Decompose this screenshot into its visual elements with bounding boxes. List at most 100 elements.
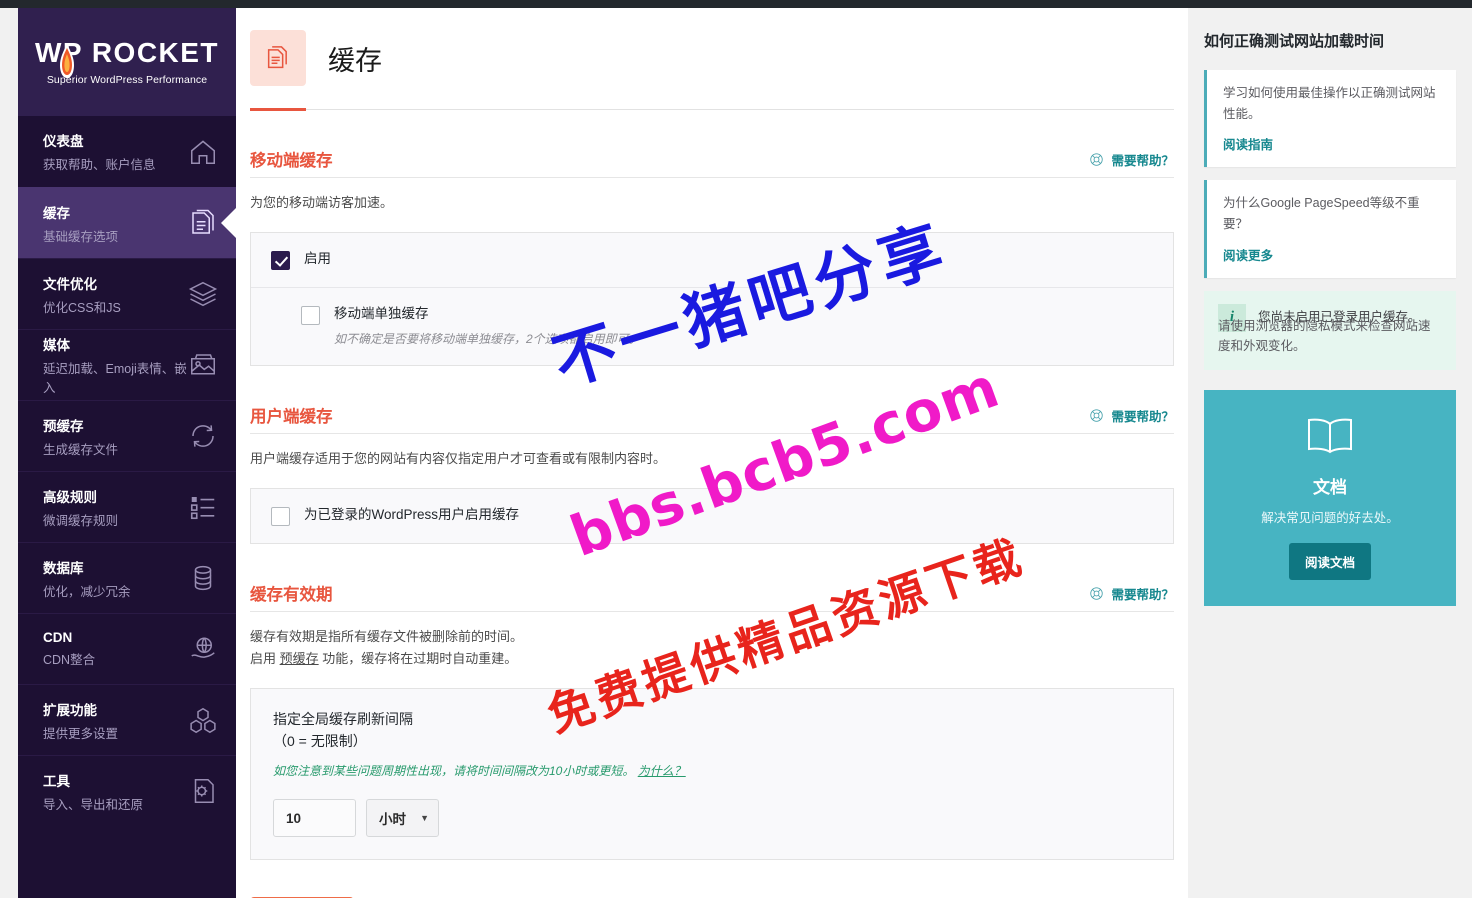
- sidebar-item-title: 工具: [43, 773, 70, 789]
- lifespan-controls: 小时 ▼: [273, 799, 1151, 838]
- mobile-separate-row[interactable]: 移动端单独缓存 如不确定是否要将移动端单独缓存，2个选项都启用即可。: [251, 287, 1173, 364]
- section-header: 移动端缓存 需要帮助？: [250, 147, 1174, 178]
- sidebar-item-title: 仪表盘: [43, 134, 84, 149]
- page-title: 缓存: [328, 45, 382, 76]
- image-icon: [191, 354, 215, 375]
- lifespan-desc-line2-post: 功能，缓存将在过期时自动重建。: [318, 650, 518, 666]
- mobile-enable-checkbox[interactable]: [271, 251, 290, 271]
- lifespan-field-block: 指定全局缓存刷新间隔 （0 = 无限制） 如您注意到某些问题周期性出现，请将时间…: [251, 689, 1173, 859]
- need-help-link-lifespan[interactable]: 需要帮助？: [1089, 584, 1174, 605]
- lifespan-field-note: 如您注意到某些问题周期性出现，请将时间间隔改为10小时或更短。 为什么？: [273, 763, 1151, 780]
- documentation-title: 文档: [1313, 478, 1347, 497]
- lifespan-panel: 指定全局缓存刷新间隔 （0 = 无限制） 如您注意到某些问题周期性出现，请将时间…: [250, 688, 1174, 861]
- document-page-icon: [267, 46, 287, 69]
- section-description: 为您的移动端访客加速。: [250, 195, 394, 210]
- rail-card-text: 为什么Google PageSpeed等级不重要？: [1223, 196, 1420, 231]
- rail-card-pagespeed: 为什么Google PageSpeed等级不重要？ 阅读更多: [1204, 180, 1456, 278]
- sidebar-item-sub: 获取帮助、账户信息: [43, 158, 156, 172]
- sidebar-item-title: 扩展功能: [43, 702, 97, 718]
- section-title: 缓存有效期: [250, 586, 333, 605]
- preload-link[interactable]: 预缓存: [280, 651, 319, 666]
- mobile-separate-hint: 如不确定是否要将移动端单独缓存，2个选项都启用即可。: [334, 331, 641, 346]
- sidebar-item-sub: 微调缓存规则: [43, 513, 119, 528]
- lifespan-desc-line2-pre: 启用: [250, 650, 280, 666]
- sidebar-item-sub: 基础缓存选项: [43, 229, 119, 244]
- wp-admin-bar: [0, 0, 1472, 8]
- rail-card-link[interactable]: 阅读更多: [1223, 245, 1273, 264]
- need-help-label: 需要帮助？: [1111, 409, 1174, 424]
- need-help-link-user[interactable]: 需要帮助？: [1089, 406, 1174, 427]
- lifebuoy-icon: [1090, 153, 1104, 166]
- document-icon: [192, 209, 214, 234]
- sidebar-item-media[interactable]: 媒体 延迟加载、Emoji表情、嵌入: [18, 329, 236, 400]
- sidebar-item-addons[interactable]: 扩展功能 提供更多设置: [18, 684, 236, 755]
- refresh-icon: [192, 425, 214, 447]
- section-title: 移动端缓存: [250, 152, 333, 170]
- addons-cubes-icon: [190, 707, 216, 734]
- sidebar-item-database[interactable]: 数据库 优化，减少冗余: [18, 542, 236, 613]
- sidebar-item-cdn[interactable]: CDN CDN整合: [18, 613, 236, 684]
- sidebar-item-title: 缓存: [43, 205, 70, 221]
- cdn-globe-icon: [191, 637, 215, 658]
- rail-notice: i 您尚未启用已登录用户缓存。 请使用浏览器的隐私模式来检查网站速度和外观变化。: [1204, 290, 1456, 370]
- section-description: 用户端缓存适用于您的网站有内容仅指定用户才可查看或有限制内容时。: [250, 450, 667, 466]
- section-header: 缓存有效期 需要帮助？: [250, 581, 1174, 613]
- sidebar-item-tools[interactable]: 工具 导入、导出和还原: [18, 755, 236, 826]
- mobile-cache-panel: 启用 移动端单独缓存 如不确定是否要将移动端单独缓存，2个选项都启用即可。: [250, 232, 1174, 366]
- mobile-enable-label: 启用: [304, 251, 331, 267]
- lifespan-note-text: 如您注意到某些问题周期性出现，请将时间间隔改为10小时或更短。: [273, 764, 635, 779]
- mobile-separate-checkbox[interactable]: [301, 306, 320, 326]
- lifespan-value-input[interactable]: [273, 799, 356, 838]
- need-help-label: 需要帮助？: [1111, 588, 1174, 603]
- sidebar-item-sub: CDN整合: [43, 653, 96, 667]
- lifespan-desc-line1: 缓存有效期是指所有缓存文件被删除前的时间。: [250, 629, 524, 645]
- mobile-enable-row[interactable]: 启用: [251, 233, 1173, 287]
- sidebar-item-sub: 优化CSS和JS: [43, 300, 121, 315]
- sidebar: WP ROCKET Superior WordPress Performance…: [18, 8, 236, 898]
- rail-card-text: 学习如何使用最佳操作以正确测试网站性能。: [1223, 86, 1436, 121]
- lifespan-field-label-line2: （0 = 无限制）: [273, 732, 367, 749]
- settings-content: 移动端缓存 需要帮助？ 为您的移动端访客加速。 启用 移动端单独缓存 如不确定是…: [236, 110, 1188, 898]
- sidebar-item-sub: 生成缓存文件: [43, 442, 119, 457]
- page-header-rule: [250, 108, 1174, 111]
- sidebar-item-title: 文件优化: [43, 276, 97, 292]
- sidebar-item-sub: 延迟加载、Emoji表情、嵌入: [43, 362, 187, 395]
- rail-title: 如何正确测试网站加载时间: [1204, 33, 1385, 50]
- chevron-down-icon: ▼: [420, 813, 429, 824]
- sidebar-item-advanced-rules[interactable]: 高级规则 微调缓存规则: [18, 471, 236, 542]
- need-help-link-mobile[interactable]: 需要帮助？: [1089, 150, 1174, 171]
- mobile-separate-texts: 移动端单独缓存 如不确定是否要将移动端单独缓存，2个选项都启用即可。: [334, 305, 641, 347]
- user-logged-in-checkbox[interactable]: [271, 507, 290, 527]
- list-icon: [190, 497, 215, 520]
- home-icon: [191, 139, 215, 164]
- sidebar-nav: 仪表盘 获取帮助、账户信息 缓存 基础缓存选项 文件优化 优化CSS和JS 媒体…: [18, 116, 236, 826]
- need-help-label: 需要帮助？: [1111, 154, 1174, 168]
- sidebar-item-title: CDN: [43, 630, 73, 645]
- read-documentation-button[interactable]: 阅读文档: [1288, 543, 1371, 580]
- mobile-separate-label: 移动端单独缓存: [334, 306, 429, 322]
- sidebar-item-title: 高级规则: [43, 489, 97, 505]
- sidebar-item-preload[interactable]: 预缓存 生成缓存文件: [18, 400, 236, 471]
- sidebar-item-file-optimization[interactable]: 文件优化 优化CSS和JS: [18, 258, 236, 329]
- tools-gear-document-icon: [194, 779, 214, 803]
- user-logged-in-row[interactable]: 为已登录的WordPress用户启用缓存: [251, 489, 1173, 543]
- app-root: WP ROCKET Superior WordPress Performance…: [0, 0, 1472, 898]
- database-icon: [194, 565, 212, 591]
- sidebar-item-cache[interactable]: 缓存 基础缓存选项: [18, 187, 236, 258]
- user-logged-in-label: 为已登录的WordPress用户启用缓存: [304, 507, 520, 523]
- sidebar-item-dashboard[interactable]: 仪表盘 获取帮助、账户信息: [18, 116, 236, 187]
- documentation-subtitle: 解决常见问题的好去处。: [1261, 511, 1399, 525]
- rail-card-link[interactable]: 阅读指南: [1223, 134, 1273, 153]
- sidebar-item-title: 预缓存: [43, 418, 84, 434]
- layers-icon: [188, 281, 218, 307]
- lifespan-unit-select[interactable]: 小时 ▼: [366, 799, 439, 838]
- right-sidebar: 如何正确测试网站加载时间 学习如何使用最佳操作以正确测试网站性能。 阅读指南 为…: [1188, 8, 1472, 898]
- lifespan-unit-value: 小时: [379, 812, 406, 828]
- page-header: 缓存: [236, 8, 1174, 86]
- rail-notice-body: 请使用浏览器的隐私模式来检查网站速度和外观变化。: [1218, 318, 1431, 353]
- lifebuoy-icon: [1090, 587, 1104, 600]
- documentation-card: 文档 解决常见问题的好去处。 阅读文档: [1204, 390, 1456, 606]
- lifespan-note-link[interactable]: 为什么？: [638, 764, 686, 778]
- sidebar-item-sub: 导入、导出和还原: [43, 797, 144, 812]
- sidebar-item-sub: 提供更多设置: [43, 726, 119, 741]
